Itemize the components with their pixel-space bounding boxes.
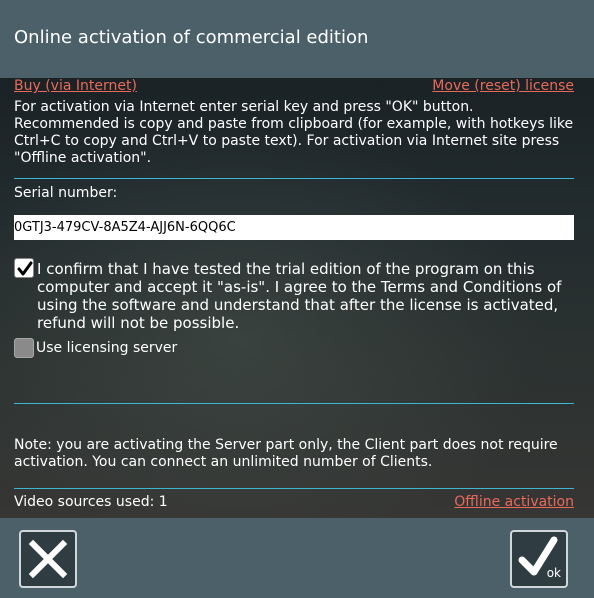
activation-description: For activation via Internet enter serial… — [14, 99, 574, 166]
licensing-server-checkbox[interactable] — [14, 338, 34, 358]
dialog-header: Online activation of commercial edition — [0, 0, 594, 78]
dialog-content: Buy (via Internet) Move (reset) license … — [0, 78, 594, 518]
divider — [14, 403, 574, 404]
ok-label: ok — [546, 566, 561, 580]
video-sources-used: Video sources used: 1 — [14, 494, 168, 510]
activation-note: Note: you are activating the Server part… — [14, 437, 558, 470]
offline-activation-link[interactable]: Offline activation — [454, 494, 574, 510]
divider — [14, 178, 574, 179]
confirm-checkbox[interactable] — [14, 258, 34, 278]
cancel-button[interactable] — [19, 530, 77, 588]
licensing-server-label: Use licensing server — [36, 340, 178, 356]
dialog-title: Online activation of commercial edition — [14, 27, 369, 48]
ok-button[interactable]: ok — [510, 530, 568, 588]
checkmark-icon — [17, 261, 33, 276]
serial-number-label: Serial number: — [14, 185, 118, 201]
move-license-link[interactable]: Move (reset) license — [432, 78, 574, 94]
buy-link[interactable]: Buy (via Internet) — [14, 78, 137, 94]
divider — [14, 488, 574, 489]
close-icon — [28, 539, 68, 579]
confirm-terms-text: I confirm that I have tested the trial e… — [37, 260, 562, 332]
dialog-footer: ok — [0, 518, 594, 598]
serial-number-input[interactable] — [14, 215, 574, 240]
